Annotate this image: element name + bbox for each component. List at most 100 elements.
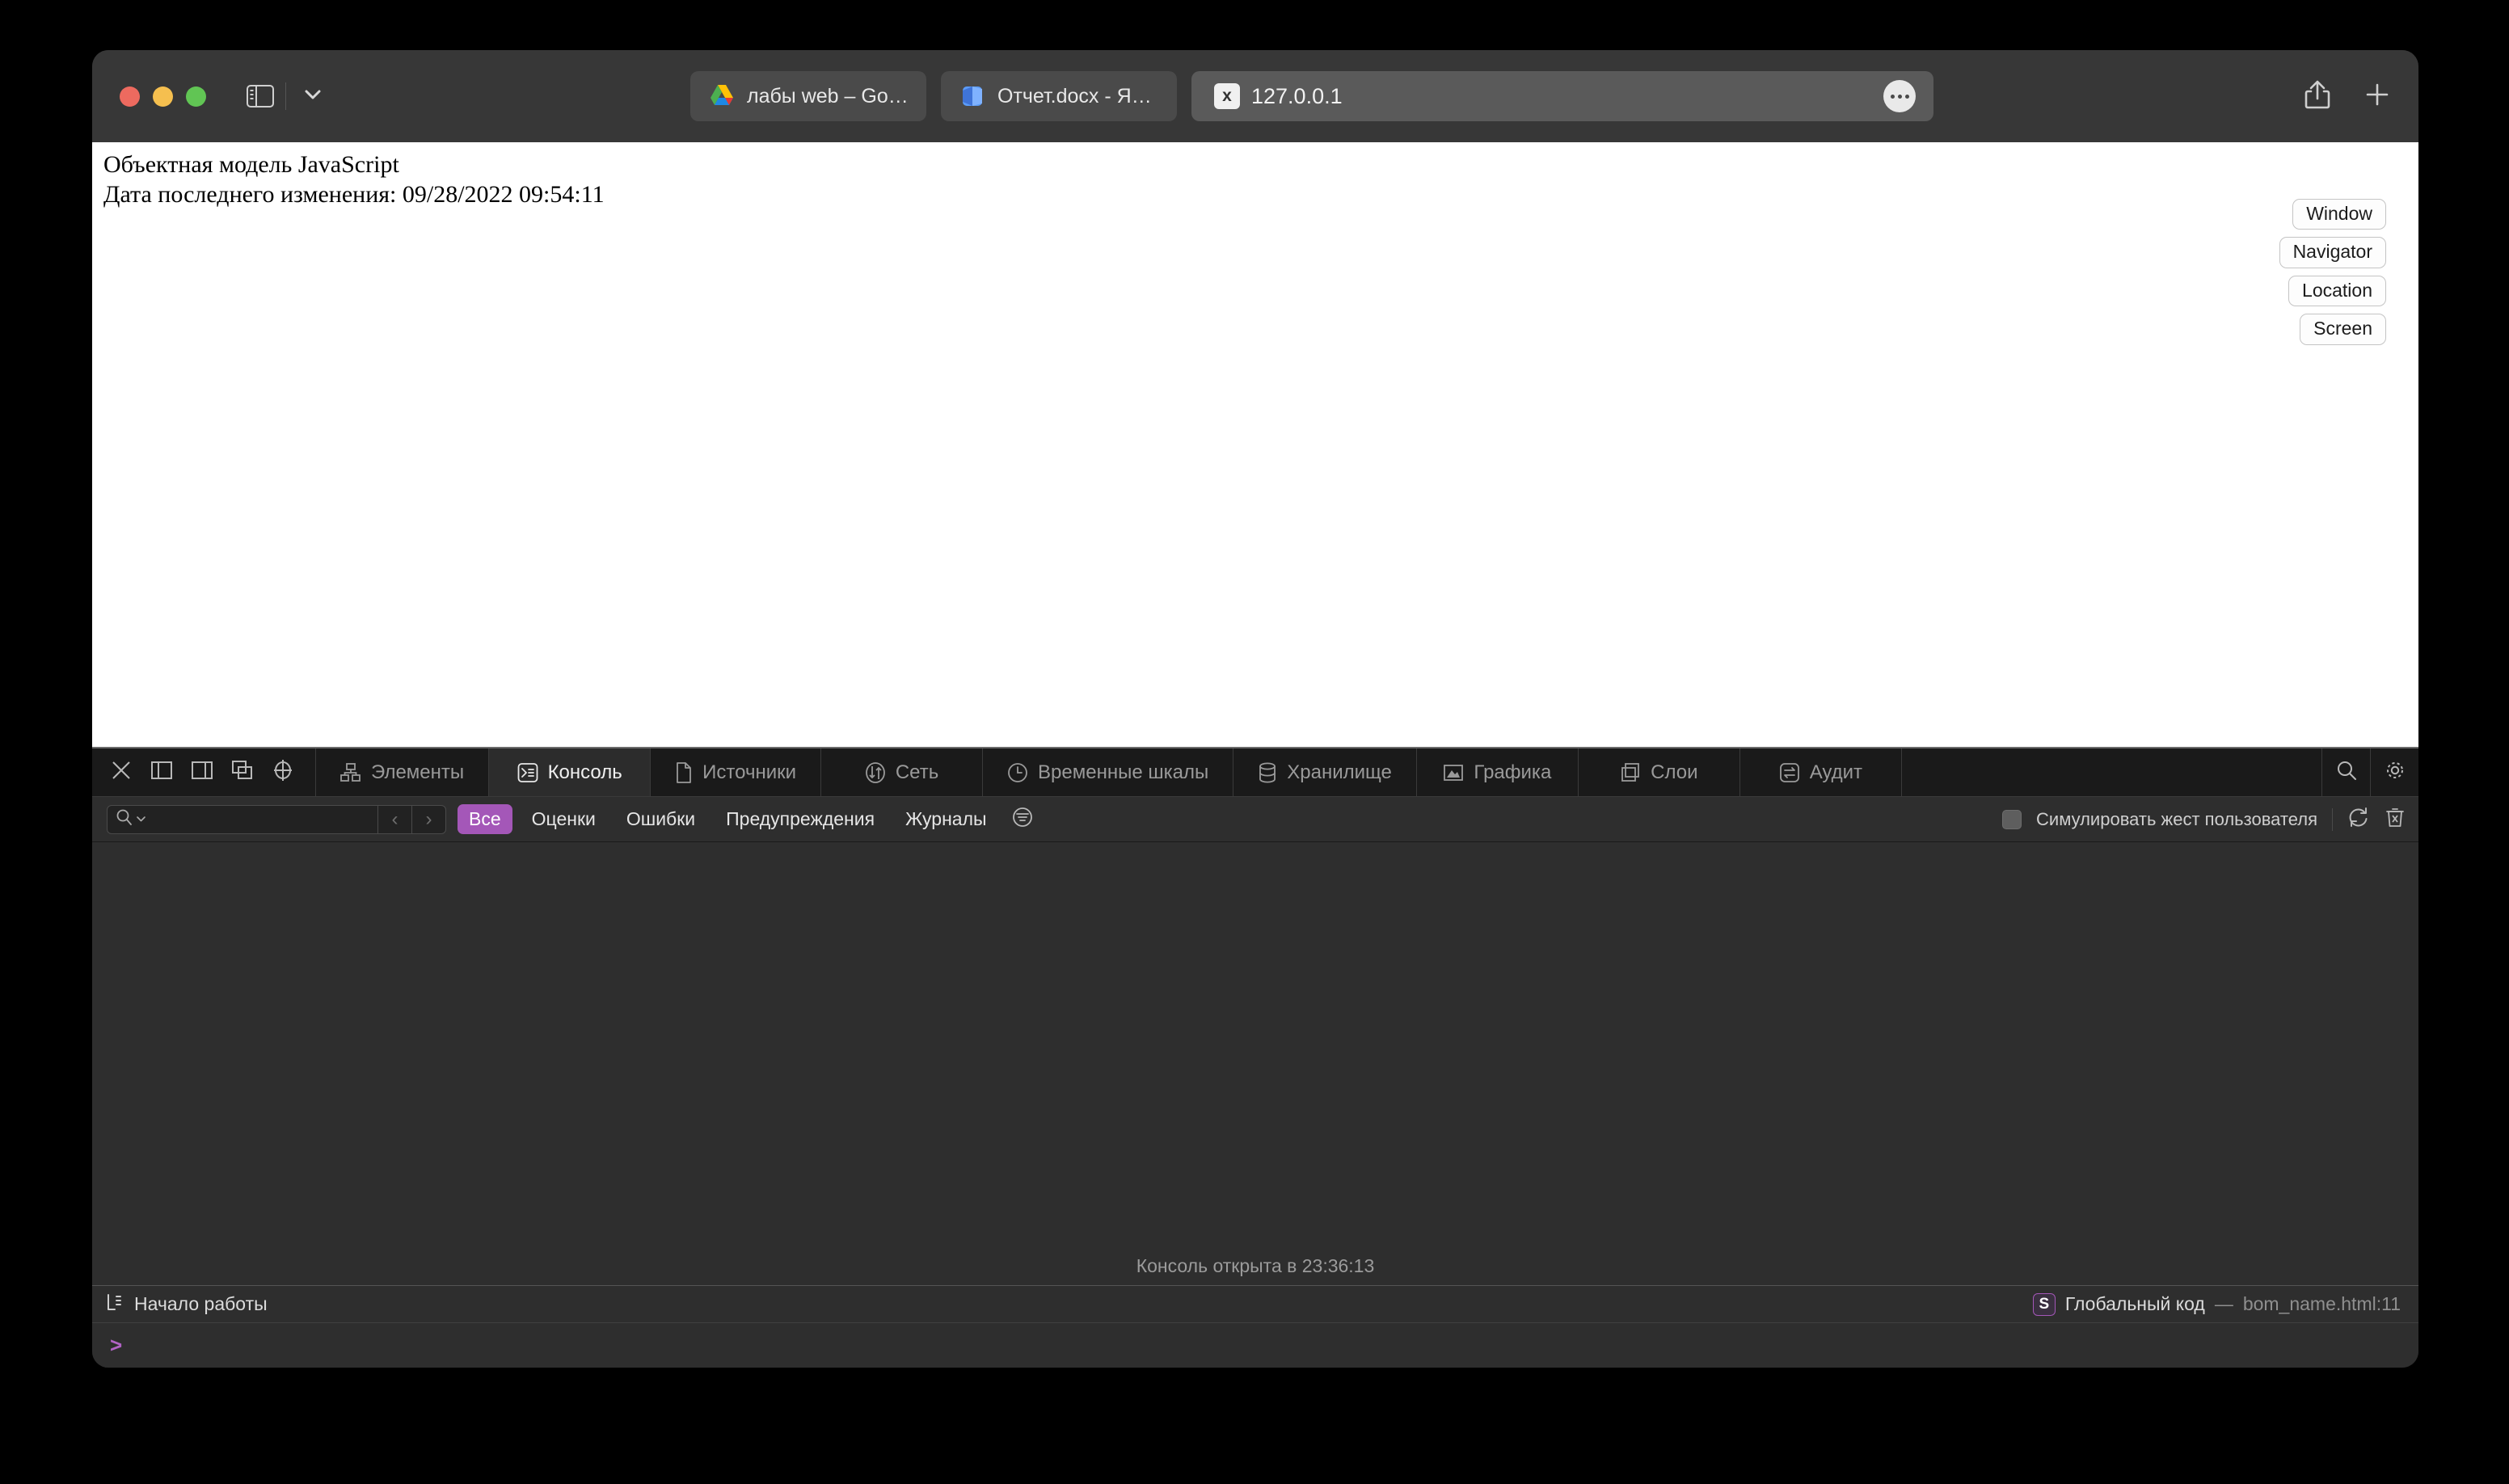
ellipsis-icon [1890, 94, 1895, 99]
filter-logs[interactable]: Журналы [894, 804, 997, 834]
dock-left-button[interactable] [150, 760, 173, 785]
window-controls [120, 86, 206, 107]
screen-button[interactable]: Screen [2300, 314, 2386, 345]
search-next-button[interactable]: › [411, 805, 445, 833]
devtools-settings-button[interactable] [2370, 748, 2418, 796]
simulate-gesture-checkbox[interactable] [2002, 809, 2022, 829]
tab-timelines[interactable]: Временные шкалы [983, 748, 1234, 796]
inspect-element-button[interactable] [272, 759, 294, 786]
tab-label: Слои [1651, 761, 1698, 783]
undock-icon [231, 761, 254, 784]
tab-yandex-docs[interactable]: Отчет.docx - Янд... [941, 71, 1177, 121]
filter-evaluations[interactable]: Оценки [521, 804, 607, 834]
tab-elements[interactable]: Элементы [316, 748, 490, 796]
undock-button[interactable] [231, 760, 254, 785]
console-filter-bar: ‹ › Все Оценки Ошибки Предупреждения Жур… [92, 797, 2418, 842]
tab-label: Аудит [1809, 761, 1863, 783]
zoom-window-button[interactable] [186, 86, 206, 107]
inspector-tab-bar: Элементы Консоль Источники Сеть Временны… [92, 748, 2418, 797]
timelines-icon [1007, 762, 1028, 783]
dock-bottom-icon [191, 761, 213, 784]
network-icon [865, 761, 886, 783]
source-link[interactable]: bom_name.html:11 [2243, 1293, 2401, 1315]
plus-icon [2364, 83, 2391, 112]
close-devtools-button[interactable] [110, 759, 133, 786]
graphics-icon [1443, 763, 1464, 782]
tab-menu-button[interactable] [1883, 80, 1916, 112]
minimize-window-button[interactable] [153, 86, 173, 107]
filter-lines-icon [1011, 806, 1034, 833]
scope-label: Глобальный код [2064, 1293, 2205, 1314]
close-icon [110, 761, 133, 785]
sources-icon [675, 761, 693, 783]
tab-title: 127.0.0.1 [1251, 83, 1343, 108]
search-prev-button[interactable]: ‹ [377, 805, 411, 833]
refresh-icon [2347, 807, 2370, 832]
console-opened-message: Консоль открыта в 23:36:13 [1136, 1255, 1375, 1276]
console-icon [517, 762, 538, 783]
close-window-button[interactable] [120, 86, 140, 107]
getting-started-label[interactable]: Начало работы [134, 1293, 268, 1315]
console-search[interactable]: ‹ › [107, 804, 446, 834]
page-last-modified: Дата последнего изменения: 09/28/2022 09… [103, 180, 605, 208]
console-prompt-row[interactable]: > [92, 1322, 2418, 1368]
script-badge: S [2032, 1292, 2056, 1316]
devtools-search-button[interactable] [2321, 748, 2370, 796]
tab-google-drive[interactable]: лабы web – Goo... [690, 71, 926, 121]
tab-localhost[interactable]: x 127.0.0.1 [1191, 71, 1933, 121]
window-button[interactable]: Window [2292, 199, 2386, 230]
tab-console[interactable]: Консоль [489, 748, 651, 796]
toolbar-divider [285, 82, 286, 110]
tab-label: Сеть [895, 761, 939, 783]
tab-graphics[interactable]: Графика [1417, 748, 1579, 796]
new-tab-button[interactable] [2364, 81, 2391, 112]
navigator-button[interactable]: Navigator [2279, 237, 2386, 268]
console-message-filters: Все Оценки Ошибки Предупреждения Журналы [458, 804, 1034, 834]
ellipsis-icon [1897, 94, 1902, 99]
chevron-right-icon: › [425, 807, 432, 830]
page-content: Объектная модель JavaScript Дата последн… [103, 150, 605, 209]
tab-label: Временные шкалы [1038, 761, 1209, 783]
trash-x-icon [2385, 808, 2406, 832]
sidebar-toggle-button[interactable] [247, 85, 274, 108]
tab-label: Элементы [371, 761, 465, 783]
clear-console-button[interactable] [2385, 806, 2406, 833]
console-source-info: S Глобальный код — bom_name.html:11 [2032, 1292, 2401, 1316]
chevron-down-icon[interactable] [136, 812, 146, 827]
tab-audit[interactable]: Аудит [1740, 748, 1902, 796]
tab-label: Консоль [547, 761, 622, 783]
tab-layers[interactable]: Слои [1579, 748, 1740, 796]
share-icon [2304, 80, 2331, 113]
toolbar-actions [2296, 79, 2391, 114]
tab-storage[interactable]: Хранилище [1233, 748, 1417, 796]
tab-title: Отчет.docx - Янд... [997, 84, 1159, 108]
elements-icon [340, 762, 361, 782]
safari-window: лабы web – Goo... Отчет.docx - Янд... x … [92, 50, 2418, 1368]
filter-errors[interactable]: Ошибки [615, 804, 706, 834]
location-button[interactable]: Location [2288, 275, 2386, 307]
preserve-log-button[interactable] [2347, 806, 2370, 833]
dock-right-button[interactable] [191, 760, 213, 785]
web-inspector: Элементы Консоль Источники Сеть Временны… [92, 747, 2418, 1368]
console-prompt-icon [105, 1292, 123, 1317]
tab-sources[interactable]: Источники [651, 748, 822, 796]
sidebar-menu-button[interactable] [297, 86, 328, 108]
search-icon [116, 808, 133, 830]
browser-toolbar: лабы web – Goo... Отчет.docx - Янд... x … [92, 50, 2418, 142]
filter-all[interactable]: Все [458, 804, 512, 834]
console-output[interactable]: Консоль открыта в 23:36:13 [92, 842, 2418, 1285]
tab-network[interactable]: Сеть [821, 748, 984, 796]
ellipsis-icon [1904, 94, 1909, 99]
console-search-input[interactable] [108, 808, 377, 830]
console-options-button[interactable] [1011, 806, 1034, 833]
page-viewport: Объектная модель JavaScript Дата последн… [92, 142, 2418, 747]
prompt-chevron-icon: > [110, 1333, 123, 1357]
gear-icon [2385, 760, 2406, 785]
share-button[interactable] [2304, 79, 2331, 114]
separator-dash: — [2214, 1293, 2233, 1314]
inspector-controls [92, 748, 316, 796]
google-drive-icon [708, 82, 736, 110]
filter-warnings[interactable]: Предупреждения [715, 804, 886, 834]
inspector-tabbar-actions [2321, 748, 2418, 796]
storage-icon [1258, 762, 1277, 783]
